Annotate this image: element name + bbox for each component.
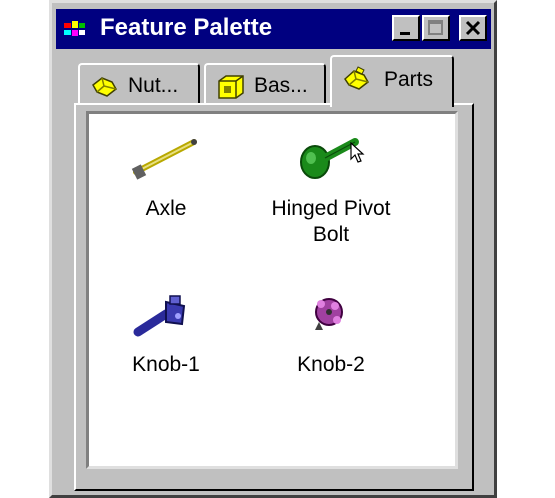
knob-1-icon xyxy=(133,295,186,337)
close-icon xyxy=(465,20,481,36)
parts-list: Axle Hinged Pivot Bolt Knob-1 Knob-2 xyxy=(86,111,458,469)
tab-base-label: Bas... xyxy=(254,74,308,97)
nut-icon xyxy=(92,77,117,97)
list-item-knob-1[interactable]: Knob-1 xyxy=(101,284,231,378)
maximize-button[interactable] xyxy=(422,15,450,41)
parts-icon xyxy=(344,66,369,90)
minimize-button[interactable] xyxy=(392,15,420,41)
item-label: Knob-2 xyxy=(297,353,365,376)
item-label: Axle xyxy=(145,197,187,220)
tab-nut[interactable]: Nut... xyxy=(78,63,200,105)
window-title: Feature Palette xyxy=(100,14,273,41)
close-button[interactable] xyxy=(459,15,487,41)
tab-nut-label: Nut... xyxy=(128,74,179,97)
app-icon xyxy=(64,21,85,36)
base-icon xyxy=(218,75,244,99)
tab-base[interactable]: Bas... xyxy=(204,63,326,105)
list-item-axle[interactable]: Axle xyxy=(101,128,231,222)
list-item-hinged-pivot-bolt[interactable]: Hinged Pivot Bolt xyxy=(251,128,411,248)
maximize-icon xyxy=(428,20,443,35)
tab-parts[interactable]: Parts xyxy=(330,55,454,107)
list-item-knob-2[interactable]: Knob-2 xyxy=(261,284,401,378)
feature-palette-window: Feature Palette Nut... Bas... Parts Axle… xyxy=(49,0,497,498)
knob-2-icon xyxy=(315,298,343,330)
item-label: Knob-1 xyxy=(132,353,200,376)
item-label: Hinged Pivot Bolt xyxy=(271,197,391,246)
axle-icon xyxy=(131,139,197,180)
tab-parts-label: Parts xyxy=(384,68,434,91)
mouse-cursor-icon xyxy=(350,142,365,163)
title-bar[interactable]: Feature Palette xyxy=(56,9,491,49)
tab-panel: Axle Hinged Pivot Bolt Knob-1 Knob-2 xyxy=(74,103,474,491)
minimize-icon xyxy=(400,32,410,35)
